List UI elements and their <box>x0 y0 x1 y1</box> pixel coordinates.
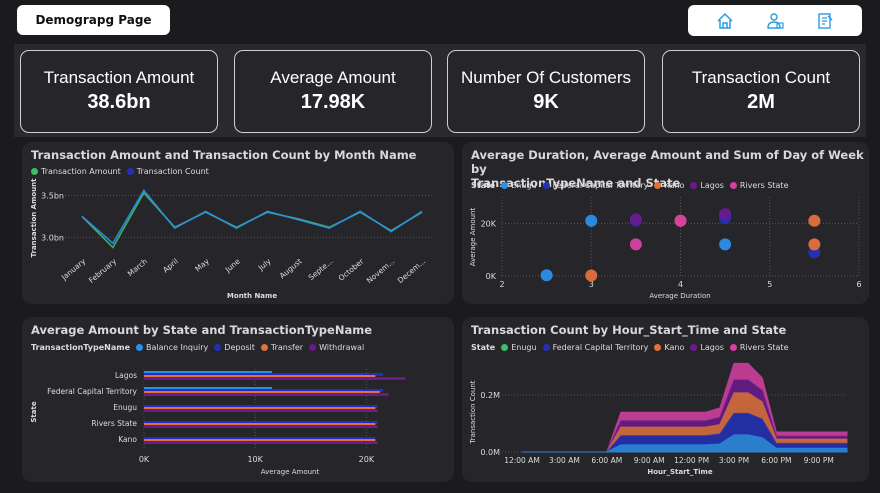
y-axis-label: State <box>30 401 38 422</box>
x-tick-label: 12:00 AM <box>504 456 540 465</box>
kpi-label: Number Of Customers <box>460 68 632 87</box>
x-tick-label: 12:00 PM <box>674 456 709 465</box>
scatter-point <box>629 238 642 251</box>
bar-chart: State 0K 10K 20K Lagos Federal Capital Territ… <box>30 369 406 476</box>
bar-chart-panel[interactable]: Average Amount by State and TransactionT… <box>22 317 454 482</box>
scatter-point <box>585 214 598 227</box>
y-tick-label: 0.0M <box>480 448 500 457</box>
category-label: Kano <box>118 435 137 444</box>
report-icon[interactable] <box>814 10 836 32</box>
scatter-point <box>808 238 821 251</box>
kpi-value: 2M <box>747 91 775 113</box>
category-label: Rivers State <box>91 419 137 428</box>
page-button[interactable]: Demograpg Page <box>17 5 170 35</box>
kpi-card-transaction-amount: Transaction Amount 38.6bn <box>20 50 218 133</box>
x-tick-label: October <box>337 256 366 283</box>
y-tick-label: 20K <box>481 219 497 228</box>
scatter-point <box>719 238 732 251</box>
x-tick-label: 9:00 AM <box>634 456 665 465</box>
x-tick-label: 10K <box>247 455 263 464</box>
y-axis-label: Transaction Count <box>469 380 477 444</box>
kpi-card-transaction-count: Transaction Count 2M <box>662 50 860 133</box>
x-tick-label: June <box>223 256 242 274</box>
x-tick-label: Septe... <box>307 257 335 282</box>
bar <box>144 393 389 396</box>
x-tick-label: 3:00 PM <box>719 456 749 465</box>
kpi-label: Transaction Count <box>691 68 831 87</box>
kpi-card-number-of-customers: Number Of Customers 9K <box>447 50 645 133</box>
y-tick-label: 3.0bn <box>41 233 64 242</box>
scatter-point <box>674 214 687 227</box>
x-tick-label: 0K <box>139 455 150 464</box>
x-axis-label: Hour_Start_Time <box>647 468 712 476</box>
x-tick-label: Novem... <box>365 257 397 286</box>
kpi-label: Average Amount <box>270 68 396 87</box>
x-tick-label: 4 <box>678 280 683 289</box>
x-tick-label: July <box>256 256 273 273</box>
x-tick-label: 2 <box>499 280 504 289</box>
x-tick-label: February <box>87 256 119 285</box>
scatter-point <box>540 269 553 282</box>
category-label: Federal Capital Territory <box>47 387 137 396</box>
x-tick-label: 6:00 AM <box>591 456 622 465</box>
person-icon[interactable] <box>764 10 786 32</box>
area-chart-panel[interactable]: Transaction Count by Hour_Start_Time and… <box>462 317 869 482</box>
scatter-point <box>629 213 642 226</box>
bar <box>144 425 378 428</box>
x-tick-label: May <box>193 256 211 273</box>
line-chart: Transaction Amount 3.5bn 3.0bn January Febru… <box>30 178 432 300</box>
x-tick-label: August <box>278 257 304 281</box>
line-chart-panel[interactable]: Transaction Amount and Transaction Count… <box>22 142 454 304</box>
category-label: Lagos <box>115 371 137 380</box>
scatter-chart: Average Amount 20K0K2 3 4 5 6Average Duration <box>469 197 862 300</box>
x-tick-label: Decem... <box>396 257 428 285</box>
kpi-label: Transaction Amount <box>43 68 195 87</box>
nav-bar <box>688 5 862 36</box>
x-tick-label: April <box>161 257 180 275</box>
scatter-point <box>719 208 732 221</box>
kpi-value: 17.98K <box>300 91 366 113</box>
kpi-value: 9K <box>533 91 559 113</box>
x-axis-label: Month Name <box>227 292 277 300</box>
scatter-chart-panel[interactable]: Average Duration, Average Amount and Sum… <box>462 142 869 304</box>
x-tick-label: 3:00 AM <box>549 456 580 465</box>
y-axis-label: Average Amount <box>469 208 477 267</box>
x-tick-label: 5 <box>767 280 772 289</box>
x-tick-label: 9:00 PM <box>804 456 834 465</box>
kpi-value: 38.6bn <box>87 91 151 113</box>
x-tick-label: 6 <box>856 280 861 289</box>
series-line-1 <box>81 188 423 245</box>
y-tick-label: 0.2M <box>480 391 500 400</box>
x-axis-label: Average Duration <box>649 292 710 300</box>
category-label: Enugu <box>113 403 137 412</box>
bar <box>144 377 406 380</box>
scatter-point <box>808 214 821 227</box>
x-tick-label: 6:00 PM <box>761 456 791 465</box>
bar <box>144 409 378 412</box>
x-tick-label: March <box>126 256 149 278</box>
y-axis-label: Transaction Amount <box>30 178 38 258</box>
x-tick-label: 20K <box>359 455 375 464</box>
home-icon[interactable] <box>714 10 736 32</box>
bar <box>144 441 378 444</box>
y-tick-label: 0K <box>486 272 497 281</box>
y-tick-label: 3.5bn <box>41 191 64 200</box>
kpi-card-average-amount: Average Amount 17.98K <box>234 50 432 133</box>
area-chart: Transaction Count 0.2M 0.0M 12:00 AM 3:00 AM… <box>469 362 848 476</box>
x-axis-label: Average Amount <box>261 468 320 476</box>
x-tick-label: January <box>59 256 88 282</box>
scatter-point <box>585 269 598 282</box>
